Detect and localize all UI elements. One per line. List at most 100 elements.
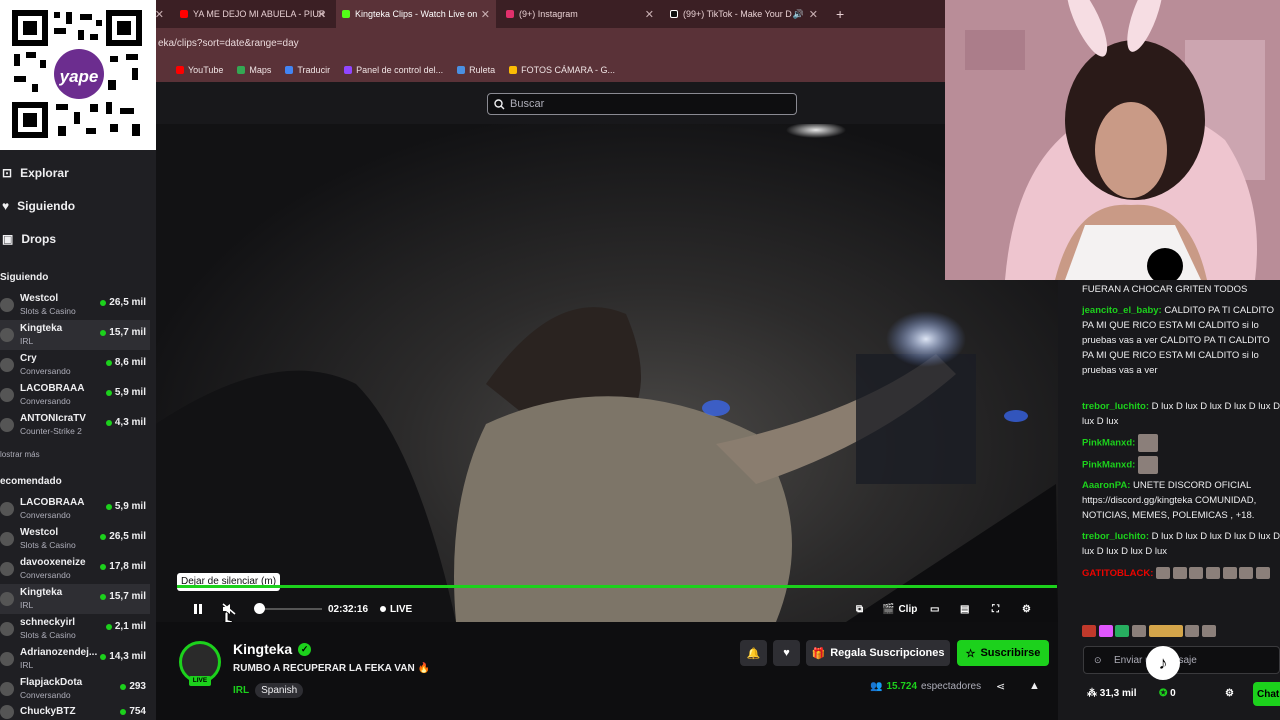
chat-username[interactable]: PinkManxd: (1082, 460, 1135, 471)
volume-slider[interactable] (260, 608, 322, 610)
users-icon: 👥 (870, 681, 883, 692)
bookmark-roulette[interactable]: Ruleta (457, 65, 495, 75)
progress-bar[interactable] (177, 585, 1057, 588)
volume-knob[interactable] (254, 603, 265, 614)
show-more-link[interactable]: lostrar más (0, 450, 40, 459)
video-player[interactable] (156, 124, 1058, 622)
language-tag[interactable]: Spanish (255, 683, 304, 698)
tab-close-icon[interactable]: ✕ (809, 8, 818, 21)
browser-tab-youtube[interactable]: YA ME DEJO MI ABUELA - PIUR ✕ (174, 0, 332, 28)
streamer-name[interactable]: Kingteka ✓ (233, 641, 312, 657)
chat-username[interactable]: PinkManxd: (1082, 438, 1135, 449)
channel-category: Conversando (20, 366, 71, 376)
channel-item[interactable]: LACOBRAAA Conversando 5,9 mil (0, 494, 150, 524)
channel-name: Westcol (20, 293, 59, 304)
new-tab-button[interactable]: + (830, 0, 846, 28)
theater-mode-button[interactable]: ⧉ (856, 596, 863, 622)
captions-button[interactable]: ▭ (930, 596, 939, 622)
chat-username[interactable]: jeancito_el_baby: (1082, 305, 1162, 316)
player-controls: 02:32:16 LIVE ⧉ 🎬 Clip ▭ ▤ ⛶ ⚙ (156, 596, 1058, 622)
subscribe-button[interactable]: ☆ Suscribirse (957, 640, 1049, 666)
gift-subs-button[interactable]: 🎁 Regala Suscripciones (806, 640, 950, 666)
emote-icon (1115, 625, 1130, 638)
channel-category: IRL (20, 336, 34, 346)
tab-label: YA ME DEJO MI ABUELA - PIUR (193, 9, 326, 19)
channel-item[interactable]: ChuckyBTZ 754 (0, 704, 150, 720)
chat-settings-button[interactable]: ⚙ (1225, 688, 1234, 699)
channel-item[interactable]: ANTONIcraTV Counter-Strike 2 4,3 mil (0, 410, 150, 440)
bookmark-label: Ruleta (469, 65, 496, 75)
chat-username[interactable]: trebor_luchito: (1082, 401, 1149, 412)
search-input[interactable]: Buscar (487, 93, 797, 115)
channel-name: Westcol (20, 527, 59, 538)
tab-close-icon[interactable]: ✕ (645, 8, 654, 21)
browser-tab-kick[interactable]: Kingteka Clips - Watch Live on ✕ (336, 0, 496, 28)
browser-tab-instagram[interactable]: (9+) Instagram ✕ (500, 0, 660, 28)
avatar (0, 652, 14, 666)
channel-item[interactable]: schneckyirl Slots & Casino 2,1 mil (0, 614, 150, 644)
bookmark-youtube[interactable]: YouTube (176, 65, 223, 75)
bookmark-dashboard[interactable]: Panel de control del... (344, 65, 443, 75)
live-dot-icon (105, 623, 112, 630)
tab-close-icon[interactable]: ✕ (317, 8, 326, 21)
clip-button[interactable]: 🎬 Clip (882, 596, 917, 622)
chat-send-button[interactable]: Chat (1253, 682, 1280, 706)
points-display[interactable]: ⁂ 31,3 mil (1087, 688, 1136, 699)
share-button[interactable]: ⋖ (996, 680, 1005, 693)
channel-item[interactable]: LACOBRAAA Conversando 5,9 mil (0, 380, 150, 410)
heart-icon: ♥ (783, 647, 790, 659)
channel-item[interactable]: Cry Conversando 8,6 mil (0, 350, 150, 380)
follow-button[interactable]: ♥ (773, 640, 800, 666)
report-button[interactable]: ▲ (1029, 680, 1040, 692)
channel-item[interactable]: davooxeneize Conversando 17,8 mil (0, 554, 150, 584)
channel-item[interactable]: Kingteka IRL 15,7 mil (0, 320, 150, 350)
browser-tab-partial[interactable]: ✕ (156, 0, 170, 28)
category-link[interactable]: IRL (233, 685, 249, 696)
verified-check-icon: ✓ (298, 642, 312, 656)
heart-icon: ♥ (2, 199, 10, 213)
channel-name: Cry (20, 353, 37, 364)
bookmark-photos[interactable]: FOTOS CÁMARA - G... (509, 65, 615, 75)
live-indicator[interactable]: LIVE (380, 596, 412, 622)
avatar (0, 532, 14, 546)
chat-username[interactable]: trebor_luchito: (1082, 531, 1149, 542)
channel-item[interactable]: Westcol Slots & Casino 26,5 mil (0, 524, 150, 554)
speaker-icon: 🔊 (792, 8, 804, 19)
address-bar[interactable]: eka/clips?sort=date&range=day (156, 28, 945, 58)
nav-drops[interactable]: ▣ Drops (0, 232, 56, 246)
chat-input[interactable]: ⊙ Enviar un mensaje (1083, 646, 1280, 674)
emote-icon (1201, 625, 1216, 638)
pause-button[interactable] (192, 596, 204, 622)
notifications-button[interactable]: 🔔 (740, 640, 767, 666)
emote-picker-icon[interactable]: ⊙ (1094, 655, 1102, 666)
live-dot-icon (100, 533, 107, 540)
bookmark-maps[interactable]: Maps (237, 65, 271, 75)
fullscreen-button[interactable]: ⛶ (992, 596, 999, 622)
viewer-count: 8,6 mil (105, 357, 146, 368)
tab-close-icon[interactable]: ✕ (156, 8, 164, 21)
nav-following[interactable]: ♥ Siguiendo (0, 199, 75, 213)
chat-username[interactable]: AaaronPA: (1082, 480, 1130, 491)
channel-category: Slots & Casino (20, 630, 76, 640)
mini-player-button[interactable]: ▤ (960, 596, 969, 622)
channel-item[interactable]: Westcol Slots & Casino 26,5 mil (0, 290, 150, 320)
channel-item[interactable]: Adrianozendej... IRL 14,3 mil (0, 644, 150, 674)
browser-tab-tiktok[interactable]: (99+) TikTok - Make Your D 🔊 ✕ (664, 0, 824, 28)
bookmark-translate[interactable]: Traducir (285, 65, 330, 75)
nav-explore[interactable]: ⊡ Explorar (0, 166, 69, 180)
channel-item[interactable]: Kingteka IRL 15,7 mil (0, 584, 150, 614)
search-placeholder: Buscar (510, 98, 545, 110)
viewer-count: 17,8 mil (100, 561, 146, 572)
secondary-counter[interactable]: ✪ 0 (1159, 688, 1176, 699)
settings-button[interactable]: ⚙ (1022, 596, 1031, 622)
channel-name: ANTONIcraTV (20, 413, 86, 424)
channel-item[interactable]: FlapjackDota Conversando 293 (0, 674, 150, 704)
clapperboard-icon: 🎬 (882, 603, 895, 615)
tab-close-icon[interactable]: ✕ (481, 8, 490, 21)
tab-label: (99+) TikTok - Make Your D (683, 9, 792, 19)
chat-username[interactable]: GATITOBLACK: (1082, 568, 1153, 579)
live-dot-icon (120, 708, 127, 715)
maps-pin-icon (237, 66, 246, 74)
channel-category: Conversando (20, 396, 71, 406)
channel-name: LACOBRAAA (20, 383, 85, 394)
